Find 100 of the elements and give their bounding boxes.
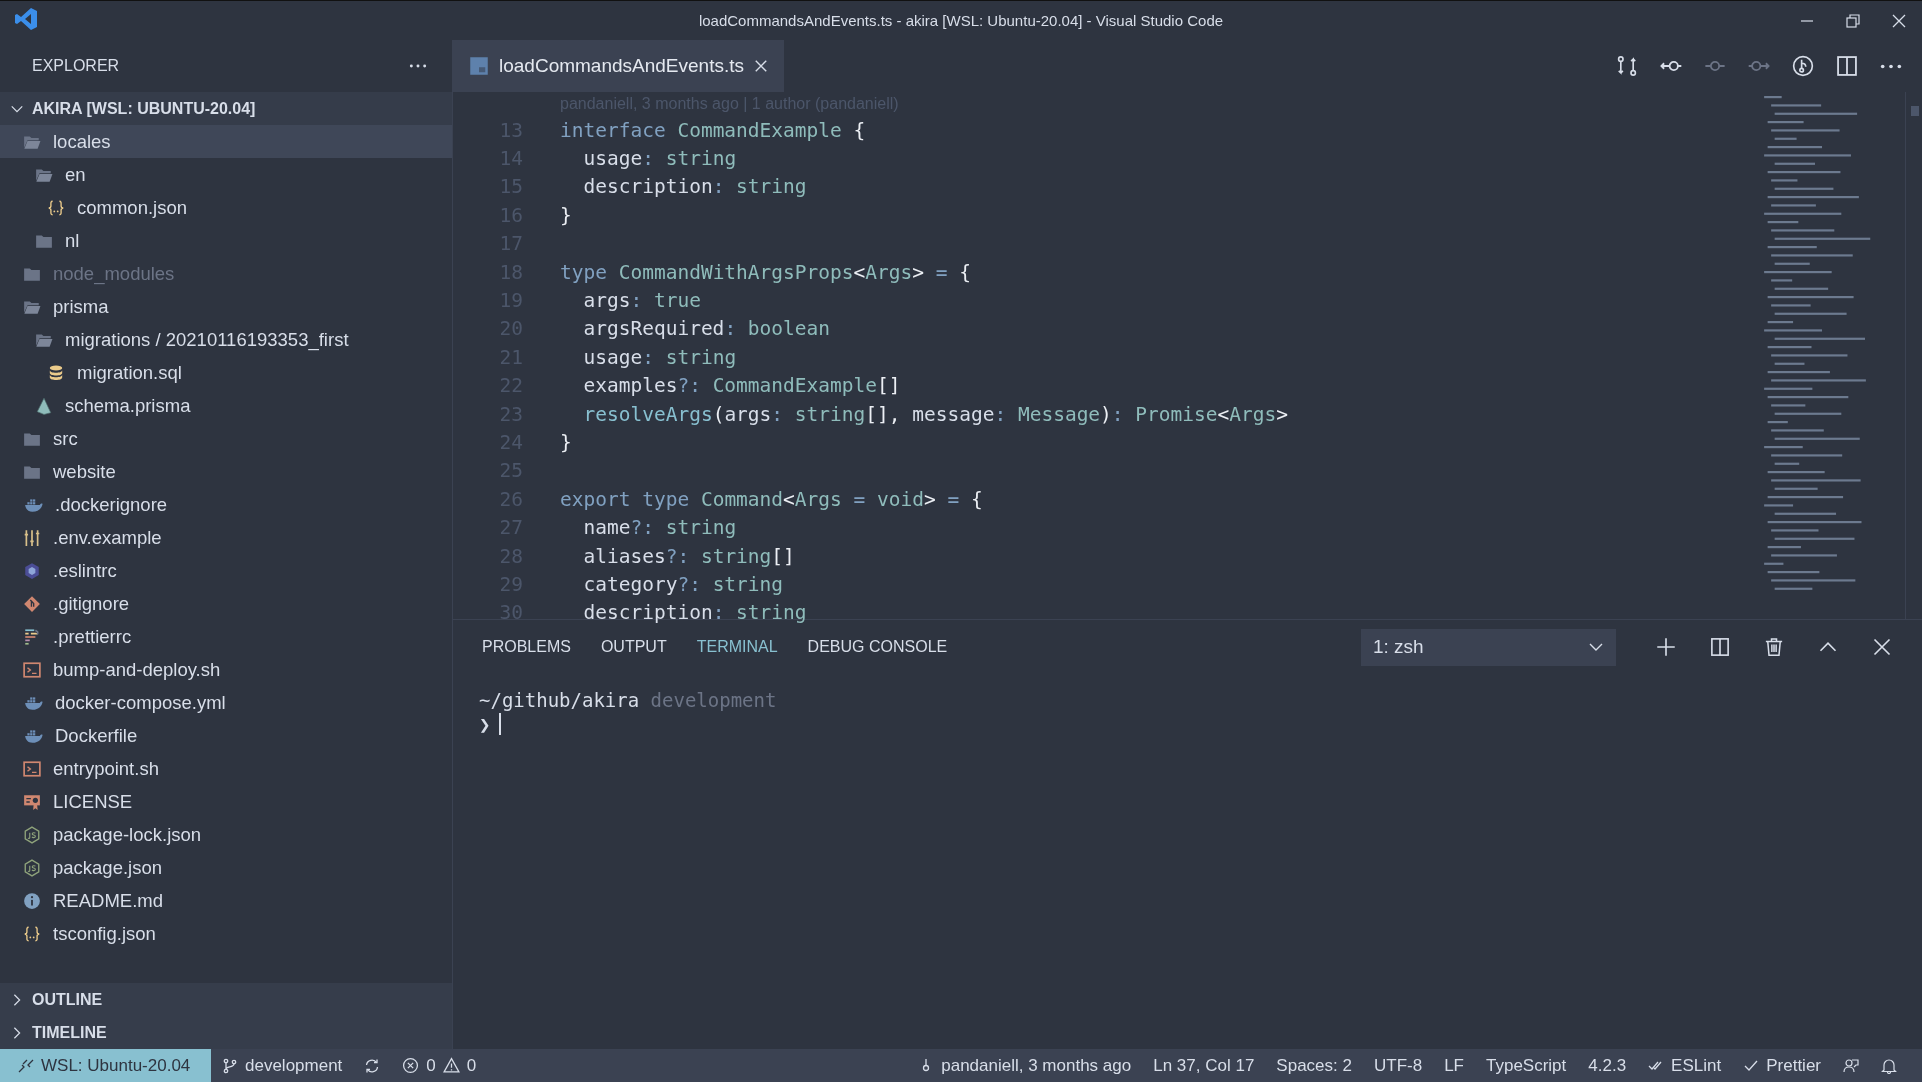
split-icon: [1836, 55, 1858, 77]
status-item[interactable]: ESLint: [1637, 1049, 1733, 1082]
code-line: usage: string: [582, 345, 737, 369]
code-line: argsRequired: boolean: [582, 317, 831, 341]
file-tree-item[interactable]: locales: [0, 125, 452, 158]
terminal-dropdown[interactable]: 1: zsh: [1361, 628, 1616, 666]
code-line: }: [560, 431, 572, 454]
file-tree-item[interactable]: en: [0, 158, 452, 191]
panel-tab[interactable]: OUTPUT: [585, 632, 682, 662]
explorer-title: EXPLORER: [32, 57, 120, 75]
bell-icon: [1881, 1057, 1897, 1074]
terminal-icon: [22, 660, 42, 679]
file-tree-item[interactable]: tsconfig.json: [0, 917, 452, 950]
file-tree-item[interactable]: README.md: [0, 884, 452, 917]
terminal-line: ~/github/akira development: [479, 688, 777, 712]
plus-icon: [1656, 637, 1676, 657]
more-icon: [1880, 63, 1902, 69]
status-item[interactable]: pandaniell, 3 months ago: [907, 1049, 1143, 1082]
diamond-icon: [22, 594, 42, 613]
compare-arrows-icon: [1616, 55, 1638, 77]
section-header[interactable]: TIMELINE: [0, 1016, 452, 1049]
file-tree-item[interactable]: website: [0, 455, 452, 488]
file-tree-item[interactable]: docker-compose.yml: [0, 686, 452, 719]
more-icon: [408, 64, 428, 68]
code-line: name?: string: [582, 516, 737, 540]
triangle-icon: [34, 396, 54, 415]
window-title: loadCommandsAndEvents.ts - akira [WSL: Ubuntu-20.04] - Visual Studio Code: [698, 12, 1224, 29]
scrollbar[interactable]: [1905, 92, 1922, 619]
problems-indicator[interactable]: 0 0: [391, 1049, 488, 1082]
braces-icon: [46, 198, 66, 217]
file-tree-item[interactable]: entrypoint.sh: [0, 752, 452, 785]
file-tree-item[interactable]: migration.sql: [0, 356, 452, 389]
feedback-icon: [1843, 1057, 1859, 1074]
hexagon-icon: [22, 561, 42, 580]
status-item[interactable]: TypeScript: [1475, 1049, 1578, 1082]
section-header[interactable]: OUTLINE: [0, 983, 452, 1016]
file-tree-item[interactable]: package-lock.json: [0, 818, 452, 851]
code-line: aliases?: string[]: [582, 544, 795, 568]
file-tree-item[interactable]: .prettierrc: [0, 620, 452, 653]
info-icon: [22, 891, 42, 910]
file-tree-item[interactable]: LICENSE: [0, 785, 452, 818]
file-tree-item[interactable]: migrations / 20210116193353_first: [0, 323, 452, 356]
trash-icon: [1764, 637, 1784, 657]
code-line: resolveArgs(args: string[], message: Message): Promise<Args>: [582, 402, 1288, 426]
warning-icon: [442, 1057, 460, 1074]
branch-circle-icon: [1792, 55, 1814, 77]
error-icon: [402, 1057, 420, 1074]
remote-indicator[interactable]: WSL: Ubuntu-20.04: [0, 1049, 211, 1082]
code-line: args: true: [582, 289, 701, 313]
file-tree-item[interactable]: .dockerignore: [0, 488, 452, 521]
status-item[interactable]: Prettier: [1732, 1049, 1832, 1082]
panel-tab[interactable]: DEBUG CONSOLE: [792, 632, 963, 662]
code-line: interface CommandExample {: [560, 118, 866, 142]
sync-icon: [364, 1057, 381, 1074]
file-tree-item[interactable]: package.json: [0, 851, 452, 884]
terminal-icon: [22, 759, 42, 778]
status-item[interactable]: LF: [1433, 1049, 1475, 1082]
sliders-icon: [22, 528, 42, 547]
file-tree-item[interactable]: Dockerfile: [0, 719, 452, 752]
file-tree-item[interactable]: schema.prisma: [0, 389, 452, 422]
text-cursor: [499, 713, 502, 735]
file-tree-item[interactable]: prisma: [0, 290, 452, 323]
code-line: description: string: [582, 601, 807, 625]
hexagon-outline-icon: [22, 825, 42, 844]
hexagon-outline-icon: [22, 858, 42, 877]
branch-icon: [222, 1057, 238, 1074]
remote-icon: [18, 1057, 34, 1074]
code-line: type CommandWithArgsProps<Args> = {: [560, 260, 971, 284]
restore-icon: [1845, 12, 1861, 29]
status-item[interactable]: Ln 37, Col 17: [1142, 1049, 1266, 1082]
editor-logo-icon: [14, 6, 38, 31]
panel-tab[interactable]: TERMINAL: [681, 632, 793, 662]
code-line: examples?: CommandExample[]: [582, 374, 901, 398]
typescript-file-icon: [469, 56, 489, 76]
file-tree-item[interactable]: .gitignore: [0, 587, 452, 620]
status-item[interactable]: 4.2.3: [1577, 1049, 1638, 1082]
certificate-icon: [22, 792, 42, 811]
file-tree-item[interactable]: .eslintrc: [0, 554, 452, 587]
branch-indicator[interactable]: development: [211, 1049, 354, 1082]
code-line: }: [560, 203, 572, 227]
braces-icon: [22, 924, 42, 943]
file-tree-item[interactable]: nl: [0, 224, 452, 257]
workspace-header[interactable]: AKIRA [WSL: UBUNTU-20.04]: [0, 92, 452, 125]
code-line: usage: string: [582, 147, 737, 171]
code-line: description: string: [582, 175, 807, 199]
file-tree-item[interactable]: src: [0, 422, 452, 455]
status-item[interactable]: UTF-8: [1362, 1049, 1434, 1082]
editor-tab[interactable]: loadCommandsAndEvents.ts: [453, 40, 784, 92]
code-line: category?: string: [582, 572, 784, 596]
file-tree-item[interactable]: common.json: [0, 191, 452, 224]
split-icon: [1710, 637, 1730, 657]
code-line: export type Command<Args = void> = {: [560, 487, 983, 511]
terminal-prompt: ❯: [479, 712, 491, 736]
minimize-icon: [1799, 19, 1815, 22]
file-tree-item[interactable]: .env.example: [0, 521, 452, 554]
close-icon: [754, 59, 768, 73]
close-icon: [1891, 12, 1907, 29]
status-item[interactable]: Spaces: 2: [1265, 1049, 1363, 1082]
panel-tab[interactable]: PROBLEMS: [467, 632, 586, 662]
file-tree-item[interactable]: bump-and-deploy.sh: [0, 653, 452, 686]
